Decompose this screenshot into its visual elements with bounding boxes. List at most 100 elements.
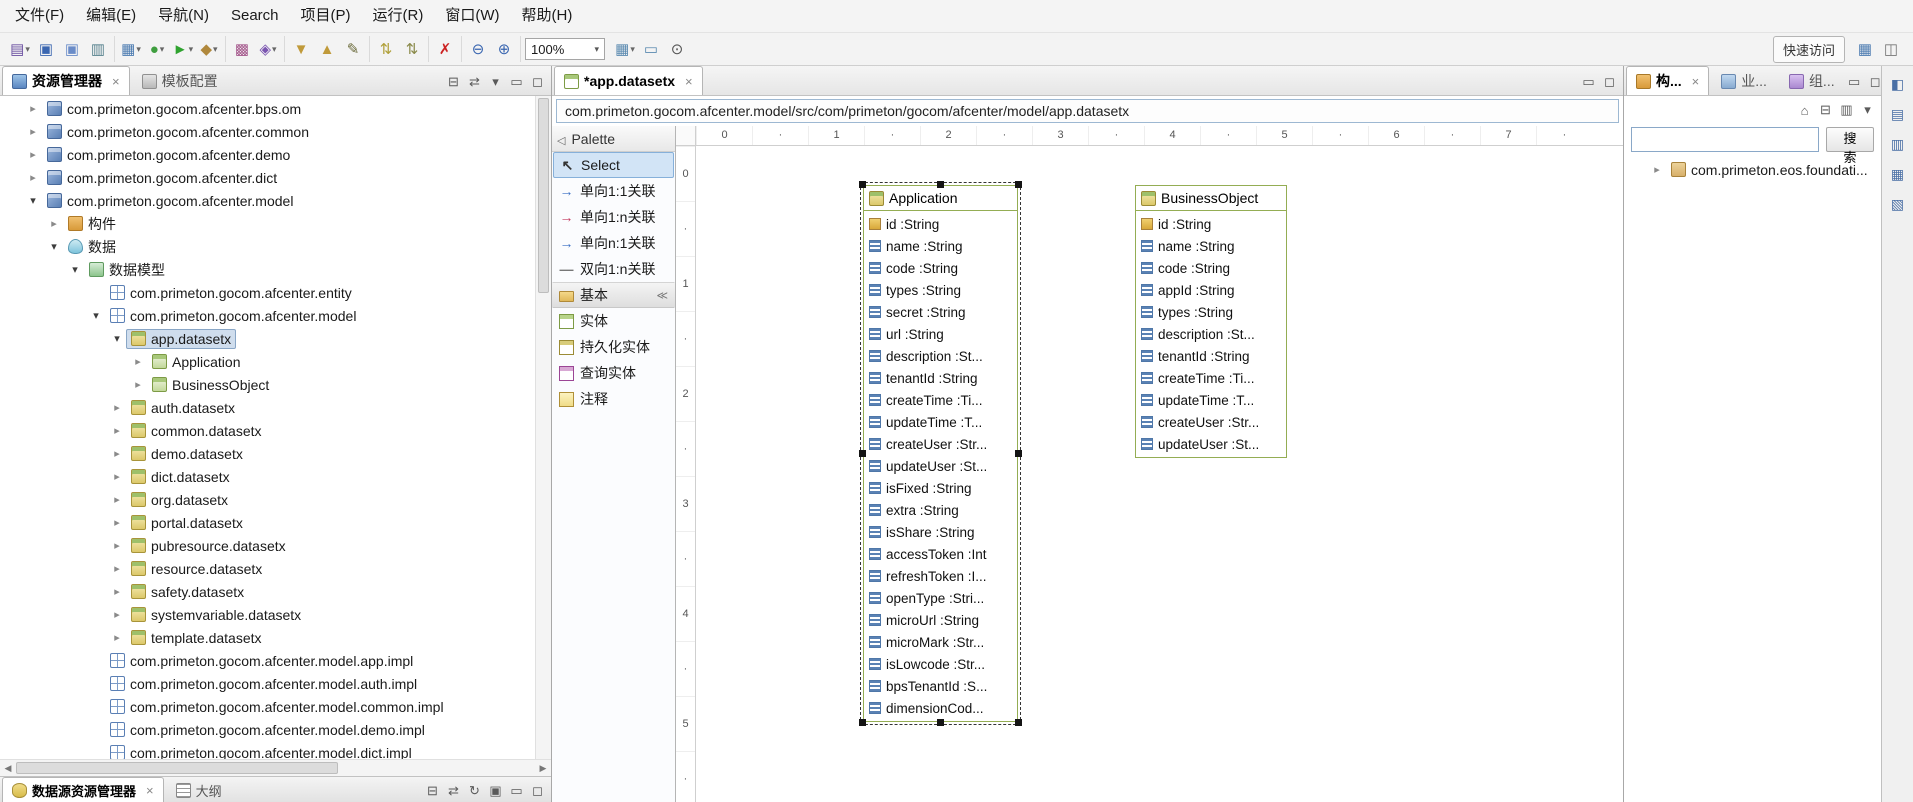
- palette-tool[interactable]: 持久化实体: [552, 334, 675, 360]
- tree-item[interactable]: dict.datasetx: [0, 465, 535, 488]
- scrollbar-thumb[interactable]: [16, 762, 338, 774]
- entity-attribute[interactable]: types :String: [1136, 301, 1286, 323]
- menu-item[interactable]: 文件(F): [4, 0, 75, 32]
- entity-attribute[interactable]: microMark :Str...: [864, 631, 1017, 653]
- search-button[interactable]: 搜索: [1826, 127, 1874, 152]
- view-tab[interactable]: 构...: [1626, 66, 1709, 95]
- perspective-button[interactable]: ◫: [1879, 37, 1903, 61]
- diagram-canvas[interactable]: Application id :String: [696, 146, 1623, 802]
- selection-handle[interactable]: [1015, 181, 1022, 188]
- palette-tool[interactable]: 注释: [552, 386, 675, 412]
- search-input[interactable]: [1631, 127, 1819, 152]
- maximize-view-button[interactable]: ◻: [528, 72, 547, 91]
- coverage-button[interactable]: ▩: [230, 37, 254, 61]
- entity-title[interactable]: Application: [864, 186, 1017, 211]
- entity-attribute[interactable]: id :String: [864, 213, 1017, 235]
- menu-item[interactable]: 项目(P): [290, 0, 362, 32]
- tree-item[interactable]: app.datasetx: [0, 327, 535, 350]
- tree-item[interactable]: pubresource.datasetx: [0, 534, 535, 557]
- view-menu-button[interactable]: ▾: [1858, 101, 1877, 120]
- entity-attribute[interactable]: extra :String: [864, 499, 1017, 521]
- collapse-palette-icon[interactable]: [557, 131, 565, 147]
- entity-attribute[interactable]: description :St...: [864, 345, 1017, 367]
- tree-expander-icon[interactable]: [45, 240, 63, 253]
- entity-attribute[interactable]: secret :String: [864, 301, 1017, 323]
- entity-attribute[interactable]: updateTime :T...: [864, 411, 1017, 433]
- menu-item[interactable]: 导航(N): [147, 0, 220, 32]
- save-all-button[interactable]: ▣: [60, 37, 84, 61]
- view-menu-button[interactable]: ▾: [486, 72, 505, 91]
- menu-item[interactable]: 编辑(E): [75, 0, 147, 32]
- selection-handle[interactable]: [859, 450, 866, 457]
- console-button[interactable]: ▦: [119, 37, 143, 61]
- tree-expander-icon[interactable]: [108, 585, 126, 598]
- tree-item[interactable]: com.primeton.gocom.afcenter.model.app.im…: [0, 649, 535, 672]
- save-button[interactable]: ▣: [34, 37, 58, 61]
- palette-view-button[interactable]: ▤: [1887, 104, 1908, 125]
- properties-view-button[interactable]: ▥: [1887, 134, 1908, 155]
- tree-expander-icon[interactable]: [24, 171, 42, 184]
- tree-expander-icon[interactable]: [108, 539, 126, 552]
- outline-view-button[interactable]: ▦: [1887, 164, 1908, 185]
- snapshot-button[interactable]: ▭: [639, 37, 663, 61]
- quick-access-button[interactable]: 快速访问: [1773, 36, 1845, 63]
- entity-title[interactable]: BusinessObject: [1136, 186, 1286, 211]
- BusinessObject[interactable]: BusinessObject id :String: [1135, 185, 1287, 458]
- export-button[interactable]: ▲: [315, 37, 339, 61]
- palette-tool[interactable]: 基本: [552, 282, 675, 308]
- debug-button[interactable]: ●: [145, 37, 169, 61]
- minimize-view-button[interactable]: ▭: [507, 781, 526, 800]
- palette-header[interactable]: Palette: [552, 126, 675, 152]
- view-tab[interactable]: 大纲: [166, 777, 232, 802]
- palette-tool[interactable]: 单向1:n关联: [552, 204, 675, 230]
- tree-item[interactable]: com.primeton.gocom.afcenter.model.demo.i…: [0, 718, 535, 741]
- layout-grid-button[interactable]: ▦: [613, 37, 637, 61]
- tree-expander-icon[interactable]: [24, 102, 42, 115]
- tree-expander-icon[interactable]: [108, 562, 126, 575]
- entity-attribute[interactable]: updateTime :T...: [1136, 389, 1286, 411]
- menu-item[interactable]: 窗口(W): [434, 0, 510, 32]
- delete-button[interactable]: ✗: [433, 37, 457, 61]
- entity-attribute[interactable]: updateUser :St...: [864, 455, 1017, 477]
- tree-item[interactable]: com.primeton.eos.foundati...: [1624, 158, 1881, 181]
- print-button[interactable]: ▥: [86, 37, 110, 61]
- new-wizard-button[interactable]: ▤: [8, 37, 32, 61]
- minimize-view-button[interactable]: ▭: [1845, 72, 1864, 91]
- palette-tool[interactable]: 实体: [552, 308, 675, 334]
- scroll-left-icon[interactable]: [0, 763, 16, 774]
- tree-expander-icon[interactable]: [108, 516, 126, 529]
- tree-item[interactable]: resource.datasetx: [0, 557, 535, 580]
- entity-attribute[interactable]: types :String: [864, 279, 1017, 301]
- tree-item[interactable]: com.primeton.gocom.afcenter.model.common…: [0, 695, 535, 718]
- entity-attribute[interactable]: description :St...: [1136, 323, 1286, 345]
- selection-handle[interactable]: [859, 719, 866, 726]
- tree-item[interactable]: systemvariable.datasetx: [0, 603, 535, 626]
- view-tab[interactable]: 资源管理器: [2, 66, 130, 95]
- entity-attribute[interactable]: refreshToken :I...: [864, 565, 1017, 587]
- run-button[interactable]: ►: [171, 37, 195, 61]
- tree-item[interactable]: BusinessObject: [0, 373, 535, 396]
- zoom-combo[interactable]: 100%▾: [525, 38, 605, 60]
- next-annotation-button[interactable]: ⇅: [400, 37, 424, 61]
- view-tab[interactable]: 模板配置: [132, 66, 228, 95]
- tree-item[interactable]: 构件: [0, 212, 535, 235]
- entity-attribute[interactable]: isShare :String: [864, 521, 1017, 543]
- zoom-in-button[interactable]: ⊕: [492, 37, 516, 61]
- tree-item[interactable]: portal.datasetx: [0, 511, 535, 534]
- palette-tool[interactable]: 单向1:1关联: [552, 178, 675, 204]
- selection-handle[interactable]: [1015, 719, 1022, 726]
- entity-attribute[interactable]: tenantId :String: [864, 367, 1017, 389]
- entity-attribute[interactable]: code :String: [864, 257, 1017, 279]
- entity-attribute[interactable]: createTime :Ti...: [1136, 367, 1286, 389]
- selection-handle[interactable]: [937, 719, 944, 726]
- tree-vertical-scrollbar[interactable]: [535, 96, 551, 759]
- tree-expander-icon[interactable]: [108, 332, 126, 345]
- entity-attribute[interactable]: bpsTenantId :S...: [864, 675, 1017, 697]
- tree-item[interactable]: com.primeton.gocom.afcenter.model: [0, 189, 535, 212]
- entity-attribute[interactable]: createTime :Ti...: [864, 389, 1017, 411]
- entity-attribute[interactable]: name :String: [864, 235, 1017, 257]
- tree-expander-icon[interactable]: [129, 378, 147, 391]
- collapse-all-button[interactable]: ⊟: [1816, 101, 1835, 120]
- collapse-all-button[interactable]: ⊟: [423, 781, 442, 800]
- collapse-all-button[interactable]: ⊟: [444, 72, 463, 91]
